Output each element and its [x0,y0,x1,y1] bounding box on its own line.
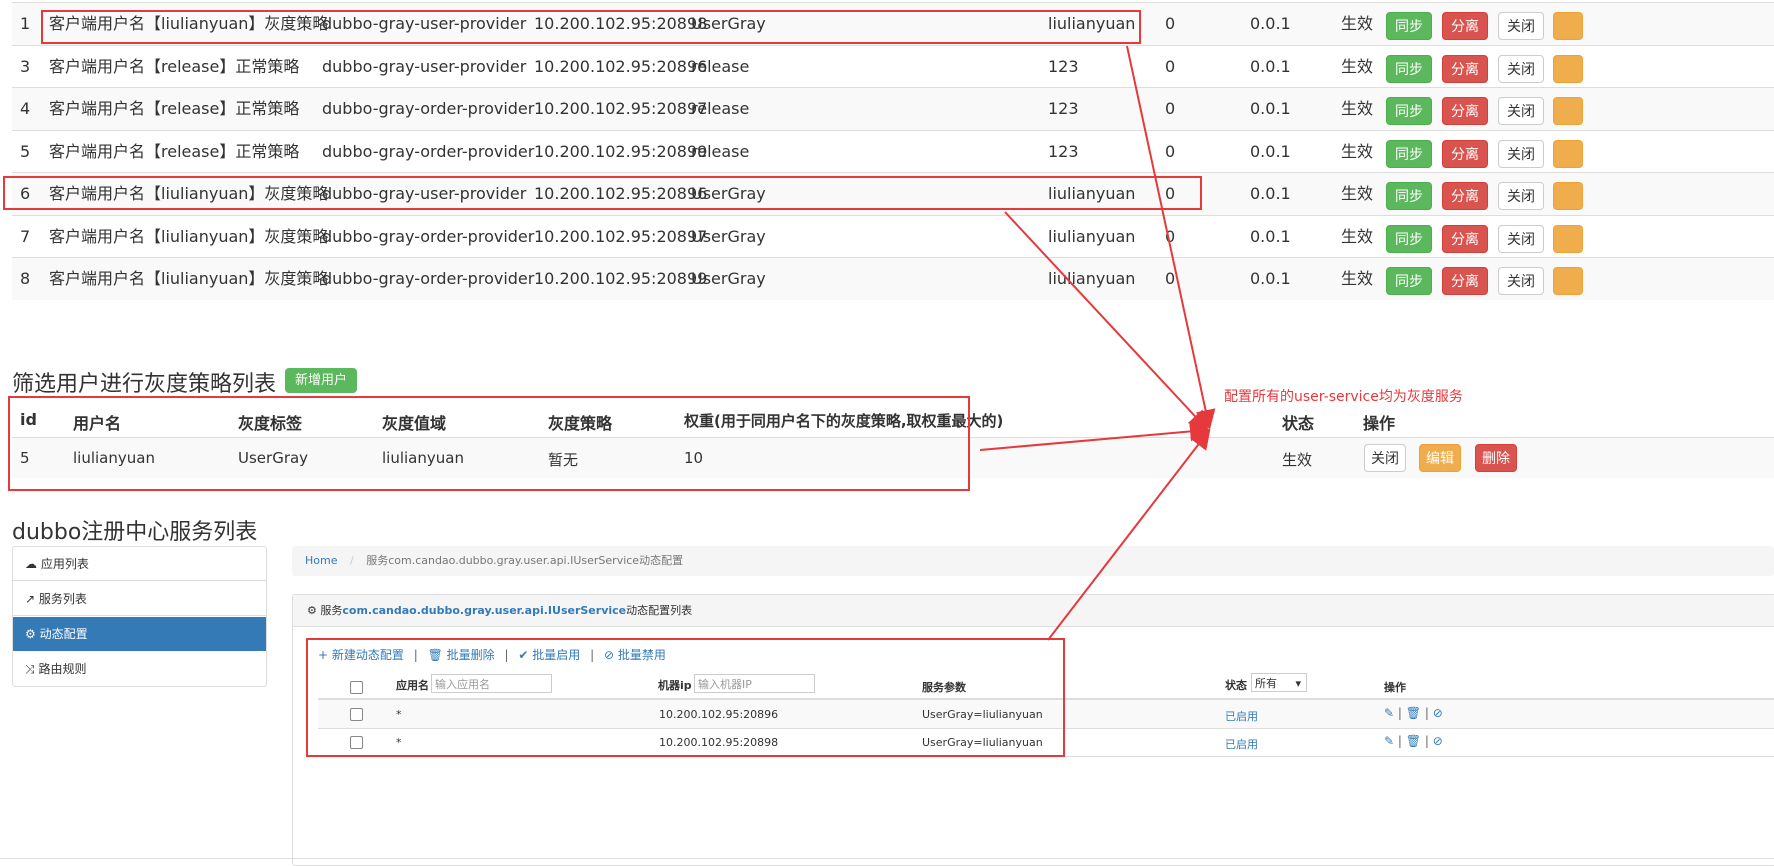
arrow-from-config-table [1047,428,1211,641]
arrow-from-user-table [979,421,1210,451]
page-bottom-border [0,858,1774,859]
arrow-from-row-6 [1004,211,1209,431]
annotation-arrows [979,45,1216,641]
arrow-from-row-1 [1126,45,1216,430]
